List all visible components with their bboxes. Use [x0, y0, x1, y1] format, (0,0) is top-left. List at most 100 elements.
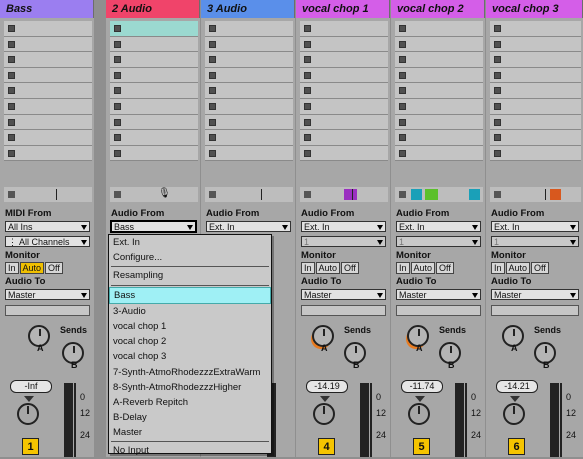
monitor-in-button[interactable]: In	[396, 262, 410, 274]
stop-icon[interactable]	[209, 25, 216, 32]
clip-slot[interactable]	[490, 98, 581, 115]
volume-field[interactable]: -14.21	[496, 380, 538, 393]
monitor-off-button[interactable]: Off	[45, 262, 63, 274]
stop-icon[interactable]	[494, 87, 501, 95]
monitor-off-button[interactable]: Off	[531, 262, 549, 274]
stop-icon[interactable]	[114, 134, 121, 142]
input-channel-dropdown[interactable]: ⋮ All Channels	[5, 236, 90, 247]
stop-icon[interactable]	[399, 191, 406, 198]
clip-slot[interactable]	[490, 83, 581, 99]
input-type-dropdown[interactable]: Ext. In	[491, 221, 579, 232]
clip-slot[interactable]	[110, 21, 198, 37]
clip-slot[interactable]	[110, 67, 198, 84]
stop-icon[interactable]	[8, 56, 15, 64]
track-activator-button[interactable]: 4	[318, 438, 335, 455]
clip-slot[interactable]	[300, 67, 388, 84]
menu-item-3-audio[interactable]: 3-Audio	[109, 304, 271, 319]
clip-slot[interactable]	[4, 67, 92, 84]
input-type-dropdown[interactable]: Ext. In	[396, 221, 481, 232]
track-activator-button[interactable]: 5	[413, 438, 430, 455]
stop-icon[interactable]	[8, 87, 15, 95]
pan-knob[interactable]	[503, 396, 525, 425]
clip-slot[interactable]	[395, 52, 483, 68]
clip-slot[interactable]	[205, 67, 293, 84]
stop-icon[interactable]	[8, 102, 15, 110]
monitor-auto-button[interactable]: Auto	[19, 262, 45, 274]
stop-icon[interactable]	[494, 149, 501, 157]
stop-icon[interactable]	[114, 40, 121, 48]
menu-item-no-input[interactable]: No Input	[109, 443, 271, 458]
clip-slot[interactable]	[205, 52, 293, 68]
stop-icon[interactable]	[8, 25, 15, 32]
clip-slot[interactable]	[300, 145, 388, 162]
stop-icon[interactable]	[304, 40, 311, 48]
clip-slot[interactable]	[110, 83, 198, 99]
track-header-vocal-chop-1[interactable]: vocal chop 1	[296, 0, 390, 18]
stop-icon[interactable]	[209, 191, 216, 198]
output-type-dropdown[interactable]: Master	[301, 289, 386, 300]
stop-icon[interactable]	[304, 87, 311, 95]
stop-icon[interactable]	[209, 118, 216, 126]
stop-icon[interactable]	[399, 56, 406, 64]
clip-slot[interactable]	[4, 145, 92, 162]
clip-slot[interactable]	[490, 67, 581, 84]
track-header-2-audio[interactable]: 2 Audio	[106, 0, 200, 18]
monitor-in-button[interactable]: In	[491, 262, 505, 274]
output-type-dropdown[interactable]: Master	[5, 289, 90, 300]
monitor-in-button[interactable]: In	[301, 262, 315, 274]
stop-icon[interactable]	[8, 134, 15, 142]
pan-knob[interactable]	[313, 396, 335, 425]
menu-item-a-reverb[interactable]: A-Reverb Repitch	[109, 395, 271, 410]
clip-slot[interactable]	[4, 114, 92, 131]
track-header-3-audio[interactable]: 3 Audio	[201, 0, 295, 18]
monitor-off-button[interactable]: Off	[341, 262, 359, 274]
stop-icon[interactable]	[304, 25, 311, 32]
clip-slot[interactable]	[205, 130, 293, 146]
monitor-auto-button[interactable]: Auto	[505, 262, 531, 274]
menu-item-b-delay[interactable]: B-Delay	[109, 410, 271, 425]
input-type-dropdown[interactable]: Ext. In	[301, 221, 386, 232]
input-channel-dropdown[interactable]: 1	[491, 236, 579, 247]
stop-icon[interactable]	[304, 191, 311, 198]
stop-icon[interactable]	[114, 149, 121, 157]
clip-slot[interactable]	[110, 36, 198, 53]
menu-item-vocal-chop-2[interactable]: vocal chop 2	[109, 334, 271, 349]
clip-slot[interactable]	[205, 21, 293, 37]
clip-slot[interactable]	[4, 21, 92, 37]
pan-knob[interactable]	[408, 396, 430, 425]
stop-icon[interactable]	[494, 56, 501, 64]
stop-icon[interactable]	[494, 40, 501, 48]
clip-slot[interactable]	[300, 52, 388, 68]
stop-icon[interactable]	[494, 118, 501, 126]
stop-icon[interactable]	[209, 134, 216, 142]
clip-slot[interactable]	[300, 98, 388, 115]
volume-field[interactable]: -11.74	[401, 380, 443, 393]
track-activator-button[interactable]: 1	[22, 438, 39, 455]
volume-field[interactable]: -14.19	[306, 380, 348, 393]
menu-item-bass[interactable]: Bass	[109, 286, 271, 304]
output-channel-field[interactable]	[396, 305, 481, 316]
output-channel-field[interactable]	[5, 305, 90, 316]
menu-item-resampling[interactable]: Resampling	[109, 268, 271, 283]
stop-icon[interactable]	[8, 118, 15, 126]
menu-item-ext-in[interactable]: Ext. In	[109, 235, 271, 250]
clip-slot[interactable]	[490, 145, 581, 162]
clip-slot[interactable]	[490, 52, 581, 68]
stop-icon[interactable]	[209, 102, 216, 110]
clip-slot[interactable]	[4, 98, 92, 115]
stop-icon[interactable]	[8, 191, 15, 198]
pan-knob[interactable]	[17, 396, 39, 425]
clip-slot[interactable]	[395, 83, 483, 99]
clip-slot[interactable]	[395, 98, 483, 115]
clip-slot[interactable]	[300, 130, 388, 146]
stop-icon[interactable]	[114, 102, 121, 110]
monitor-auto-button[interactable]: Auto	[315, 262, 341, 274]
stop-icon[interactable]	[304, 102, 311, 110]
menu-item-7-synth[interactable]: 7-Synth-AtmoRhodezzzExtraWarm	[109, 365, 271, 380]
stop-icon[interactable]	[399, 87, 406, 95]
clip-slot[interactable]	[205, 145, 293, 162]
monitor-off-button[interactable]: Off	[436, 262, 454, 274]
track-header-vocal-chop-3[interactable]: vocal chop 3	[486, 0, 583, 18]
input-type-dropdown[interactable]: All Ins	[5, 221, 90, 232]
stop-icon[interactable]	[114, 191, 121, 198]
